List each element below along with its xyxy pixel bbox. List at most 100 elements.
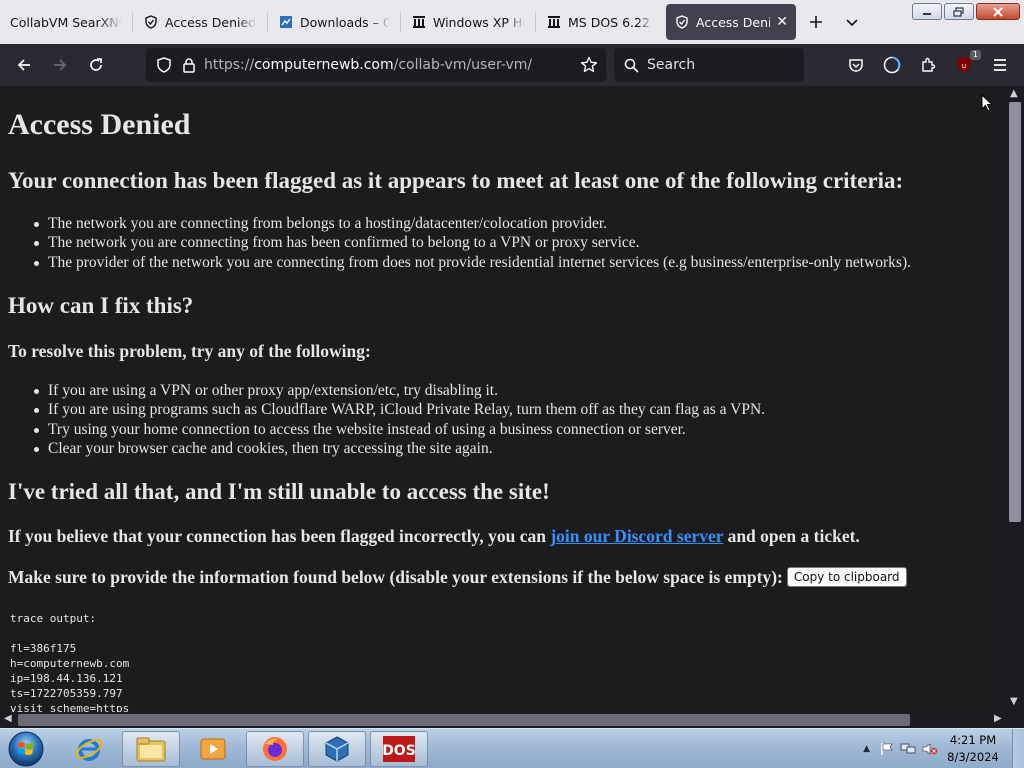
tab-downloads[interactable]: Downloads – Ora bbox=[268, 0, 400, 44]
tracking-protection-icon[interactable] bbox=[156, 57, 172, 73]
forward-arrow-icon bbox=[54, 59, 67, 71]
address-bar[interactable]: https://computernewb.com/collab-vm/user-… bbox=[146, 48, 606, 82]
close-tab-icon[interactable]: ✕ bbox=[776, 14, 788, 30]
mouse-cursor-icon bbox=[981, 94, 993, 112]
taskbar-internet-explorer[interactable] bbox=[60, 731, 118, 767]
discord-line: If you believe that your connection has … bbox=[8, 526, 860, 547]
virtualbox-icon bbox=[325, 736, 349, 762]
new-tab-button[interactable] bbox=[798, 0, 834, 44]
scroll-right-icon[interactable]: ▶ bbox=[994, 713, 1002, 724]
lock-icon[interactable] bbox=[182, 57, 196, 73]
scroll-left-icon[interactable]: ◀ bbox=[4, 713, 12, 724]
list-item: Clear your browser cache and cookies, th… bbox=[33, 439, 765, 458]
vertical-scroll-thumb[interactable] bbox=[1009, 102, 1021, 522]
action-center-flag-icon[interactable] bbox=[880, 742, 894, 756]
tab-windows-xp[interactable]: Windows XP Hor bbox=[401, 0, 535, 44]
list-all-tabs-button[interactable] bbox=[834, 0, 870, 44]
scroll-up-icon[interactable]: ▲ bbox=[1010, 88, 1018, 99]
puzzle-icon bbox=[922, 57, 936, 72]
trace-line: ts=1722705359.797 bbox=[10, 687, 123, 700]
list-item: The provider of the network you are conn… bbox=[34, 253, 911, 271]
tab-label: Access Denied bbox=[696, 14, 771, 30]
toolbar-right: u 1 bbox=[838, 49, 1018, 81]
system-tray: ▲ 4:21 PM 8/3/2024 bbox=[863, 729, 1024, 768]
forward-button[interactable] bbox=[42, 49, 78, 81]
clock[interactable]: 4:21 PM 8/3/2024 bbox=[942, 732, 1004, 766]
tab-ms-dos[interactable]: MS DOS 6.22 Boo bbox=[536, 0, 664, 44]
clock-date: 8/3/2024 bbox=[947, 750, 999, 764]
trace-line: ip=198.44.136.121 bbox=[10, 672, 123, 685]
list-item: The network you are connecting from has … bbox=[34, 233, 911, 252]
copy-to-clipboard-button[interactable]: Copy to clipboard bbox=[786, 567, 907, 587]
media-player-icon bbox=[200, 738, 226, 760]
tab-label: Access Denied bbox=[165, 14, 257, 30]
folder-icon bbox=[136, 737, 166, 762]
provide-info-line: Make sure to provide the information fou… bbox=[8, 567, 907, 588]
resolve-heading: To resolve this problem, try any of the … bbox=[8, 341, 371, 361]
shield-icon bbox=[674, 14, 690, 30]
tab-label: CollabVM SearXNG bbox=[10, 14, 122, 30]
list-item: If you are using a VPN or other proxy ap… bbox=[33, 381, 765, 400]
trace-output: trace output: fl=386f175 h=computernewb.c… bbox=[10, 611, 129, 712]
url-text: https://computernewb.com/collab-vm/user-… bbox=[204, 57, 533, 73]
internet-explorer-icon bbox=[75, 739, 103, 761]
shield-icon bbox=[143, 14, 159, 30]
restore-icon bbox=[953, 6, 964, 17]
flagged-heading: Your connection has been flagged as it a… bbox=[8, 168, 904, 193]
network-icon[interactable] bbox=[900, 742, 916, 756]
fix-heading: How can I fix this? bbox=[8, 293, 194, 318]
taskbar-dos[interactable]: DOS bbox=[370, 731, 428, 767]
list-item: Try using your home connection to access… bbox=[33, 420, 765, 439]
dos-icon: DOS bbox=[382, 736, 416, 762]
tab-label: Downloads – Ora bbox=[300, 14, 390, 30]
reload-button[interactable] bbox=[78, 49, 114, 81]
tab-collabvm-searxng[interactable]: CollabVM SearXNG bbox=[0, 0, 132, 44]
show-hidden-icons[interactable]: ▲ bbox=[863, 744, 870, 754]
taskbar-virtualbox[interactable] bbox=[308, 731, 366, 767]
trace-line: h=computernewb.com bbox=[10, 657, 130, 670]
minimize-button[interactable] bbox=[912, 3, 942, 20]
taskbar-firefox[interactable] bbox=[246, 731, 304, 767]
taskbar-media-player[interactable] bbox=[184, 731, 242, 767]
page-content: Access Denied Your connection has been f… bbox=[0, 86, 1006, 712]
archive-icon bbox=[546, 14, 562, 30]
provide-info-text: Make sure to provide the information fou… bbox=[8, 567, 783, 587]
page-title: Access Denied bbox=[8, 108, 191, 141]
tried-heading: I've tried all that, and I'm still unabl… bbox=[8, 479, 550, 504]
tab-label: MS DOS 6.22 Boo bbox=[568, 14, 654, 30]
start-button[interactable] bbox=[6, 730, 46, 768]
ublock-button[interactable]: u 1 bbox=[946, 49, 982, 81]
window-controls bbox=[912, 3, 1020, 20]
close-window-button[interactable] bbox=[976, 3, 1020, 20]
restore-button[interactable] bbox=[944, 3, 974, 20]
tab-access-denied-1[interactable]: Access Denied bbox=[133, 0, 267, 44]
tab-access-denied-active[interactable]: Access Denied ✕ bbox=[666, 4, 796, 40]
vertical-scrollbar[interactable]: ▲ ▼ bbox=[1006, 86, 1024, 712]
search-placeholder: Search bbox=[647, 57, 696, 73]
bookmark-star-icon[interactable] bbox=[580, 56, 598, 74]
scroll-down-icon[interactable]: ▼ bbox=[1010, 696, 1018, 707]
trace-label: trace output: bbox=[10, 612, 97, 625]
volume-muted-icon[interactable] bbox=[922, 742, 938, 756]
horizontal-scroll-thumb[interactable] bbox=[18, 714, 910, 726]
taskbar-file-explorer[interactable] bbox=[122, 731, 180, 767]
pocket-button[interactable] bbox=[838, 49, 874, 81]
list-item: If you are using programs such as Cloudf… bbox=[33, 401, 766, 419]
account-icon bbox=[883, 56, 901, 74]
clock-time: 4:21 PM bbox=[949, 733, 997, 747]
menu-button[interactable] bbox=[982, 49, 1018, 81]
firefox-icon bbox=[263, 737, 287, 761]
svg-text:DOS: DOS bbox=[382, 743, 416, 759]
taskbar: DOS ▲ 4:21 PM 8/3/2024 bbox=[0, 728, 1024, 768]
hamburger-menu-icon bbox=[994, 59, 1006, 71]
search-input[interactable]: Search bbox=[614, 48, 804, 82]
extensions-button[interactable] bbox=[910, 49, 946, 81]
account-button[interactable] bbox=[874, 49, 910, 81]
list-item: The network you are connecting from belo… bbox=[34, 214, 911, 233]
archive-icon bbox=[411, 14, 427, 30]
discord-link[interactable]: join our Discord server bbox=[550, 526, 723, 546]
show-desktop-button[interactable] bbox=[1012, 729, 1024, 768]
back-button[interactable] bbox=[6, 49, 42, 81]
site-icon bbox=[278, 14, 294, 30]
horizontal-scrollbar[interactable]: ◀ ▶ bbox=[0, 712, 1024, 728]
